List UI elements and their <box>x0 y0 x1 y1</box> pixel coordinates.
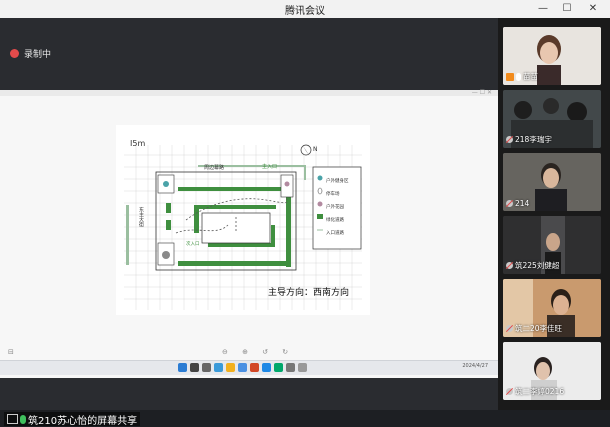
participant-tag: 苗苗 <box>506 71 538 82</box>
app2-icon <box>298 363 307 372</box>
participant-name: 筑二李婷0216 <box>515 387 565 396</box>
participant-name: 筑225刘健超 <box>515 261 560 270</box>
legend-item-parking: 停车场 <box>326 192 340 197</box>
participant-name: 218李瑞宇 <box>515 135 552 144</box>
share-label-text: 筑210苏心怡的屏幕共享 <box>28 415 138 427</box>
presentation-window: — ☐ ✕ Ⅰ5m N 周边幕路 主入口 次入口 东主大街 户外健身区 停车场 … <box>0 90 498 378</box>
participant-tile[interactable]: 筑225刘健超 <box>503 216 601 274</box>
participant-tile[interactable]: 218李瑞宇 <box>503 90 601 148</box>
task-view-icon <box>202 363 211 372</box>
participant-tag: 筑二20李佳旺 <box>506 323 562 334</box>
screen-share-label: 筑210苏心怡的屏幕共享 <box>4 412 141 427</box>
participant-sidebar: 苗苗 218李瑞宇 214 筑225刘健超 筑二20李佳旺 筑二李婷0216 <box>498 18 610 410</box>
side-road-label: 周边幕路 <box>204 165 225 171</box>
participant-tag: 218李瑞宇 <box>506 134 552 145</box>
legend-item-fitness: 户外健身区 <box>326 179 349 184</box>
site-plan-slide: Ⅰ5m N 周边幕路 主入口 次入口 东主大街 户外健身区 停车场 户外花园 绿… <box>116 125 370 315</box>
mic-muted-icon <box>506 200 513 207</box>
main-entrance-label: 主入口 <box>262 164 278 170</box>
participant-tile[interactable]: 苗苗 <box>503 27 601 85</box>
wechat-icon <box>274 363 283 372</box>
start-icon <box>178 363 187 372</box>
legend-garden-icon <box>317 201 323 207</box>
taskbar-icons <box>178 363 307 372</box>
mic-muted-icon <box>506 262 513 269</box>
record-icon <box>10 48 19 58</box>
search-icon <box>190 363 199 372</box>
participant-tag: 筑二李婷0216 <box>506 386 564 397</box>
participant-name: 筑二20李佳旺 <box>515 324 563 333</box>
participant-tile[interactable]: 214 <box>503 153 601 211</box>
legend: 户外健身区 停车场 户外花园 绿化道路 入口道路 <box>326 175 368 240</box>
participant-tag: 214 <box>506 199 529 208</box>
meeting-icon <box>262 363 271 372</box>
recording-label: 录制中 <box>24 49 52 60</box>
mic-muted-icon <box>506 388 513 395</box>
window-title: 腾讯会议 <box>285 6 325 17</box>
minimize-button[interactable]: — <box>532 1 554 17</box>
legend-item-green-road: 绿化道路 <box>326 218 344 223</box>
north-label: N <box>313 146 318 153</box>
legend-green-road-icon <box>317 214 323 219</box>
app-icon <box>286 363 295 372</box>
mic-on-icon <box>20 414 26 424</box>
participant-name: 214 <box>515 199 530 208</box>
window-controls-icon: — ☐ ✕ <box>471 89 492 96</box>
legend-item-garden: 户外花园 <box>326 205 344 210</box>
host-icon <box>506 72 514 81</box>
participant-tile[interactable]: 筑二李婷0216 <box>503 342 601 400</box>
legend-item-entrance-road: 入口道路 <box>326 231 344 236</box>
screen-share-icon <box>7 414 18 424</box>
close-button[interactable]: ✕ <box>582 1 604 17</box>
store-icon <box>238 363 247 372</box>
folder-icon <box>226 363 235 372</box>
participant-tile[interactable]: 筑二20李佳旺 <box>503 279 601 337</box>
participant-name: 苗苗 <box>523 72 538 81</box>
mic-muted-icon <box>506 325 513 332</box>
ppt-icon <box>250 363 259 372</box>
direction-text: 主导方向：西南方向 <box>268 288 350 298</box>
legend-parking-icon <box>317 187 323 195</box>
maximize-button[interactable]: ☐ <box>556 1 578 17</box>
scale-label: Ⅰ5m <box>130 139 146 148</box>
secondary-entrance-label: 次入口 <box>186 242 200 247</box>
mic-muted-icon <box>506 136 513 143</box>
east-road-label: 东主大街 <box>138 207 144 227</box>
system-tray-clock: 2024/4/27 <box>462 363 488 369</box>
participant-tag: 筑225刘健超 <box>506 260 559 271</box>
zoom-controls[interactable]: ⊖ ⊕ ↺ ↻ <box>222 348 294 356</box>
shared-screen-stage: 录制中 — ☐ ✕ Ⅰ5m N 周边幕路 主入口 次入口 东主大街 户外健身区 … <box>0 18 498 427</box>
sidebar-toggle-icon[interactable]: ⊟ <box>8 348 14 356</box>
legend-fitness-icon <box>317 175 323 181</box>
shared-taskbar: 2024/4/27 <box>0 360 498 375</box>
edge-icon <box>214 363 223 372</box>
presentation-toolbar: — ☐ ✕ <box>0 90 498 96</box>
title-bar: 腾讯会议 — ☐ ✕ <box>0 0 610 18</box>
recording-indicator[interactable]: 录制中 <box>10 46 51 60</box>
mic-on-icon <box>516 72 521 81</box>
